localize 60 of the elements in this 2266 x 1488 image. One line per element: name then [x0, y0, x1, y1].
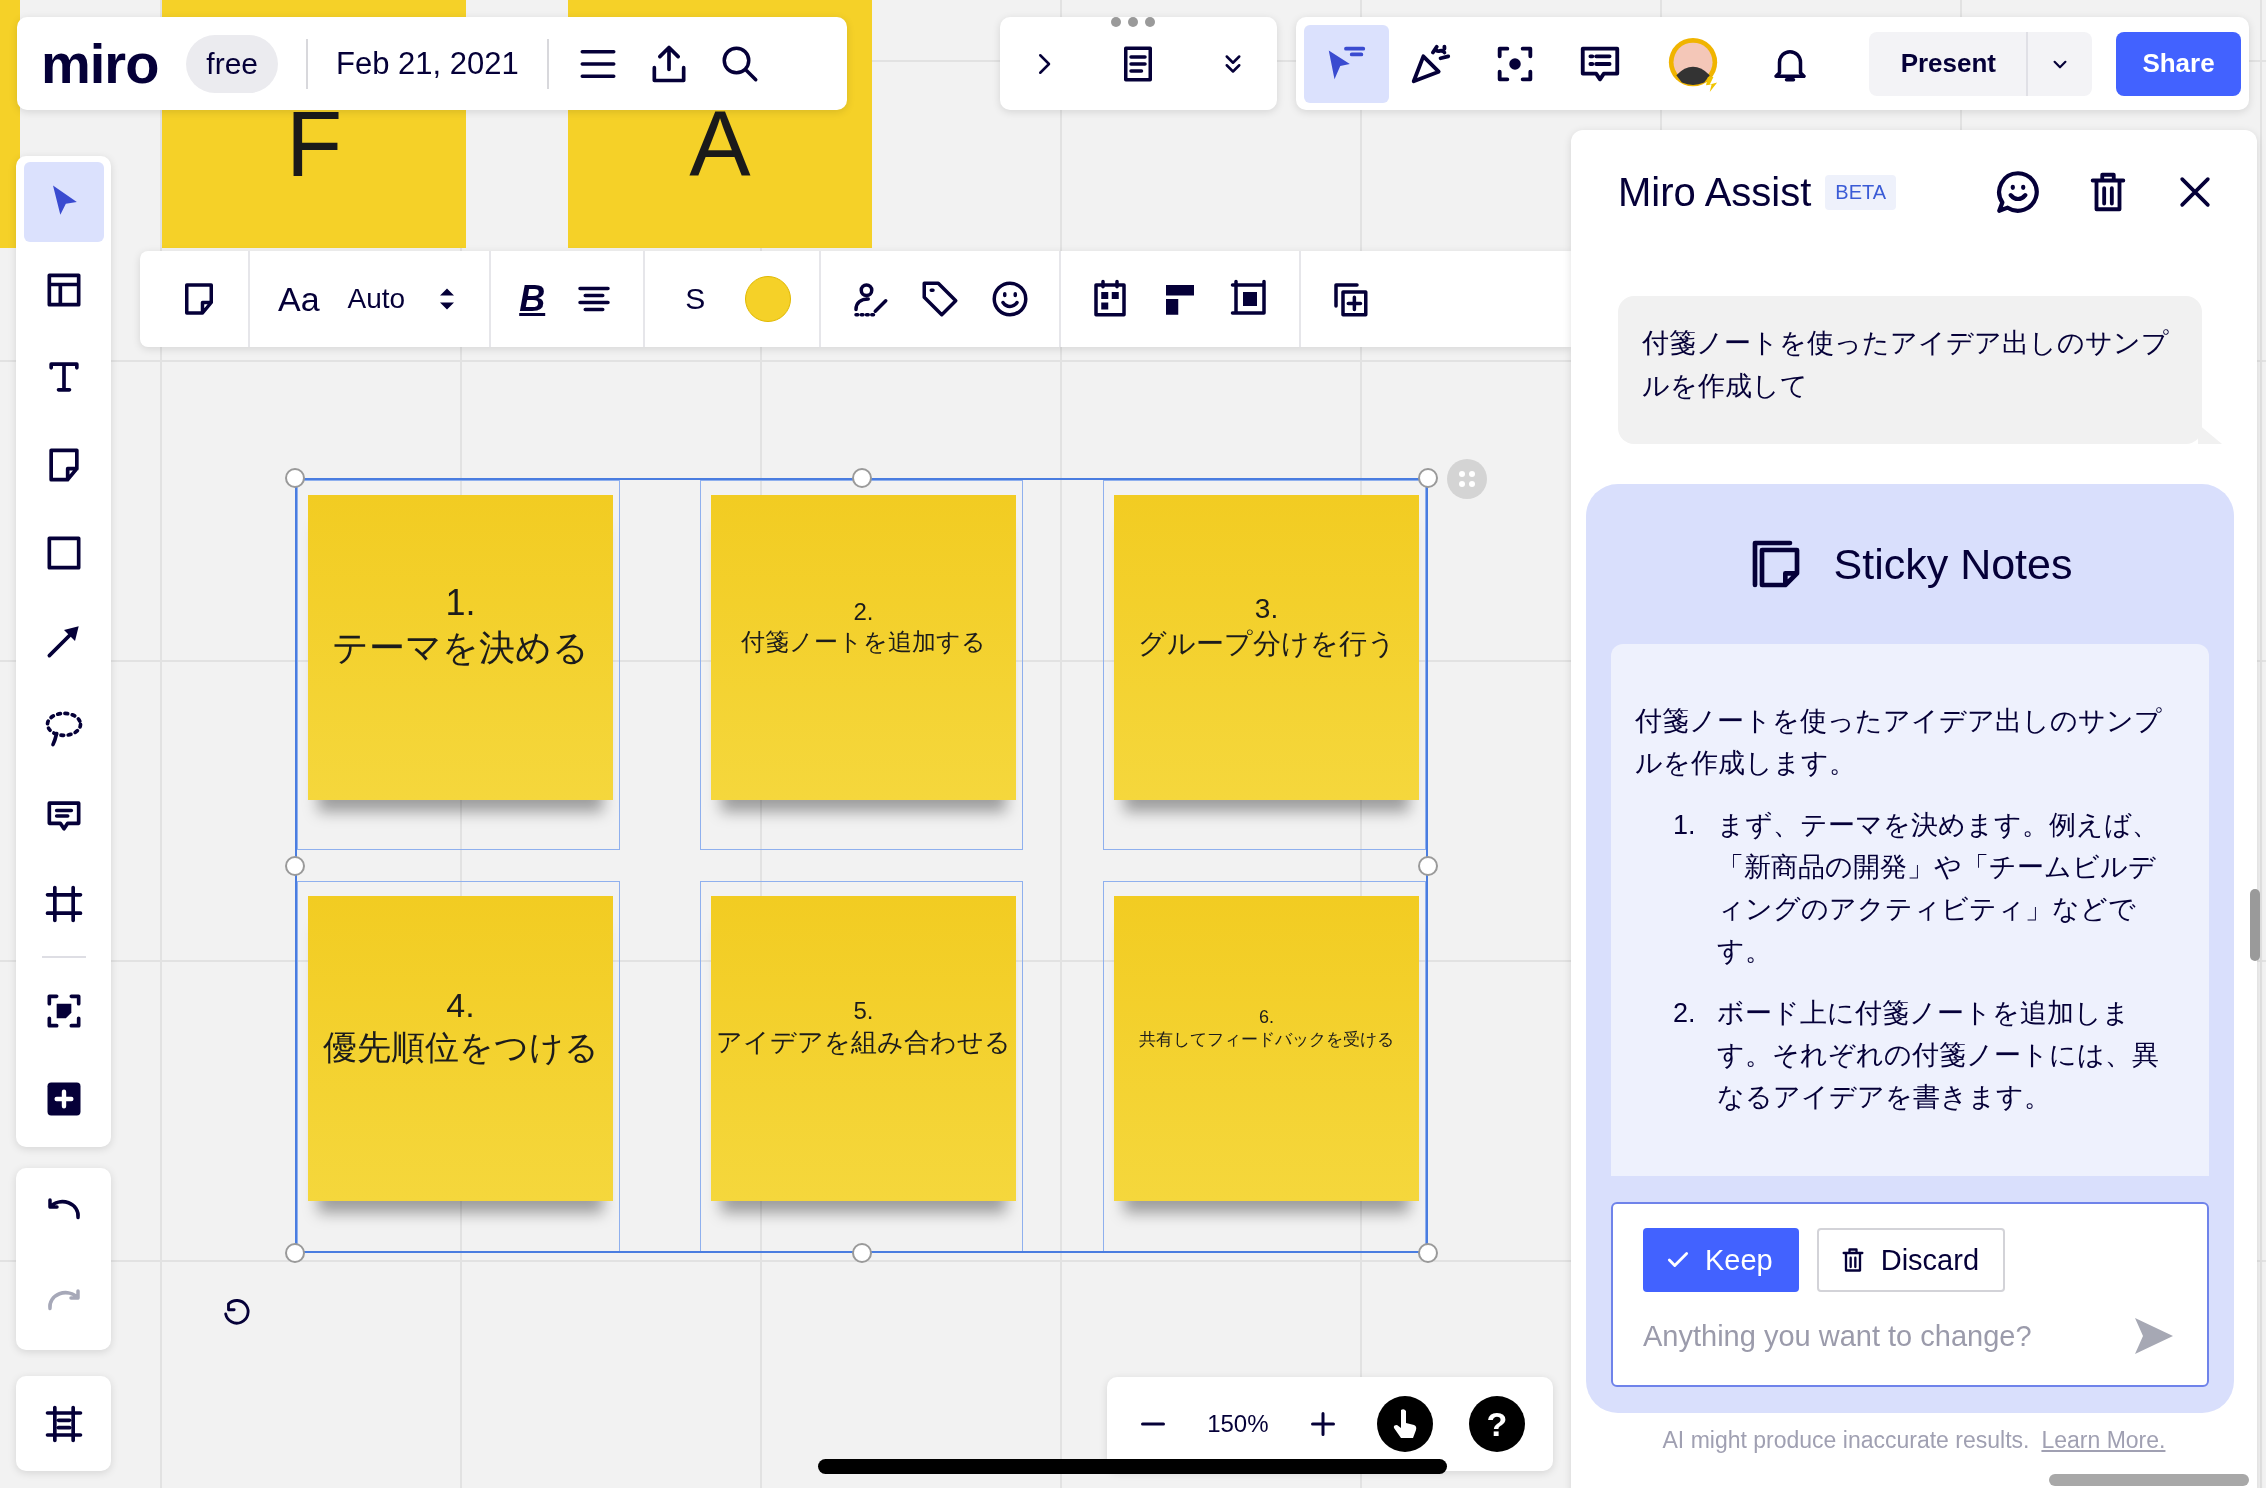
sticky-note[interactable]: 3. グループ分けを行う — [1114, 495, 1419, 800]
discard-button[interactable]: Discard — [1816, 1228, 2006, 1292]
resize-handle[interactable] — [851, 1243, 872, 1263]
step-text: ボード上に付箋ノートを追加します。それぞれの付箋ノートには、異なるアイデアを書きます。 — [1717, 997, 2160, 1114]
beta-badge: BETA — [1825, 174, 1897, 210]
resize-handle[interactable] — [1418, 468, 1438, 488]
sticky-number: 6. — [1259, 1006, 1274, 1028]
plan-badge: free — [186, 34, 279, 93]
scrollbar[interactable] — [2049, 1474, 2249, 1486]
sticky-note[interactable]: 6. 共有してフィードバックを受ける — [1114, 896, 1419, 1201]
color-swatch[interactable] — [745, 276, 792, 322]
sticky-text: テーマを決める — [332, 626, 589, 670]
sticky-text: 付箋ノートを追加する — [741, 626, 986, 657]
step-number: 2. — [1673, 997, 1697, 1030]
selection-frame[interactable]: 1. テーマを決める 2. 付箋ノートを追加する 3. グループ分けを行う 4. 優先順位をつける 5. アイデアを組み合わせる 6. 共有してフィードバックを受ける — [295, 478, 1428, 1253]
sticky-text: 共有してフィードバックを受ける — [1139, 1028, 1394, 1051]
keep-button[interactable]: Keep — [1643, 1228, 1799, 1292]
sticky-text: グループ分けを行う — [1137, 626, 1396, 661]
step-text: まず、テーマを決めます。例えば、「新商品の開発」や「チームビルディングのアクティビティ」などです。 — [1717, 809, 2160, 968]
drag-handle-icon[interactable] — [1110, 16, 1156, 28]
sticky-note[interactable]: 4. 優先順位をつける — [308, 896, 613, 1201]
disclaimer: AI might produce inaccurate results. — [1662, 1427, 2030, 1454]
resize-handle[interactable] — [285, 1243, 305, 1263]
resize-handle[interactable] — [1418, 855, 1438, 876]
help-button[interactable]: ? — [1468, 1396, 1525, 1452]
board-date: Feb 21, 2021 — [336, 45, 519, 82]
sticky-text: アイデアを組み合わせる — [716, 1026, 1011, 1059]
response-text: 付箋ノートを使ったアイデア出しのサンプルを作成します。 — [1635, 705, 2163, 780]
font-icon[interactable]: Aa — [278, 279, 320, 319]
zoom-level[interactable]: 150% — [1207, 1410, 1269, 1438]
size-option[interactable]: S — [673, 282, 718, 316]
sticky-number: 1. — [445, 582, 476, 624]
sticky-note[interactable]: 1. テーマを決める — [308, 495, 613, 800]
sticky-text: 優先順位をつける — [322, 1027, 599, 1068]
sticky-note[interactable]: 2. 付箋ノートを追加する — [711, 495, 1016, 800]
sticky-number: 2. — [853, 597, 874, 626]
sticky-number: 3. — [1254, 592, 1279, 625]
sticky-note[interactable]: 5. アイデアを組み合わせる — [711, 896, 1016, 1201]
bold-toggle[interactable]: B — [519, 278, 546, 320]
user-message: 付箋ノートを使ったアイデア出しのサンプルを作成して — [1618, 296, 2202, 444]
resize-handle[interactable] — [851, 468, 872, 488]
selected-tool[interactable] — [23, 162, 104, 242]
sticky-text: A — [689, 91, 751, 197]
panel-title: Miro Assist — [1618, 169, 1812, 215]
sticky-number: 4. — [446, 986, 475, 1025]
resize-handle[interactable] — [285, 855, 305, 876]
step-number: 1. — [1673, 809, 1697, 842]
share-button[interactable]: Share — [2116, 31, 2241, 96]
resize-handle[interactable] — [285, 468, 305, 488]
scrollbar[interactable] — [2250, 889, 2260, 961]
hand-icon[interactable] — [1376, 1396, 1433, 1452]
group-handle-icon[interactable] — [1446, 458, 1488, 500]
reactions-cursor-button[interactable] — [1304, 24, 1389, 103]
sticky-number: 5. — [853, 997, 874, 1025]
resize-handle[interactable] — [1418, 1243, 1438, 1263]
prompt-input[interactable]: Anything you want to change? — [1643, 1313, 2129, 1359]
logo[interactable]: miro — [41, 31, 159, 96]
sticky-text: F — [285, 91, 343, 197]
font-size-value[interactable]: Auto — [347, 283, 406, 315]
card-title: Sticky Notes — [1833, 539, 2073, 589]
